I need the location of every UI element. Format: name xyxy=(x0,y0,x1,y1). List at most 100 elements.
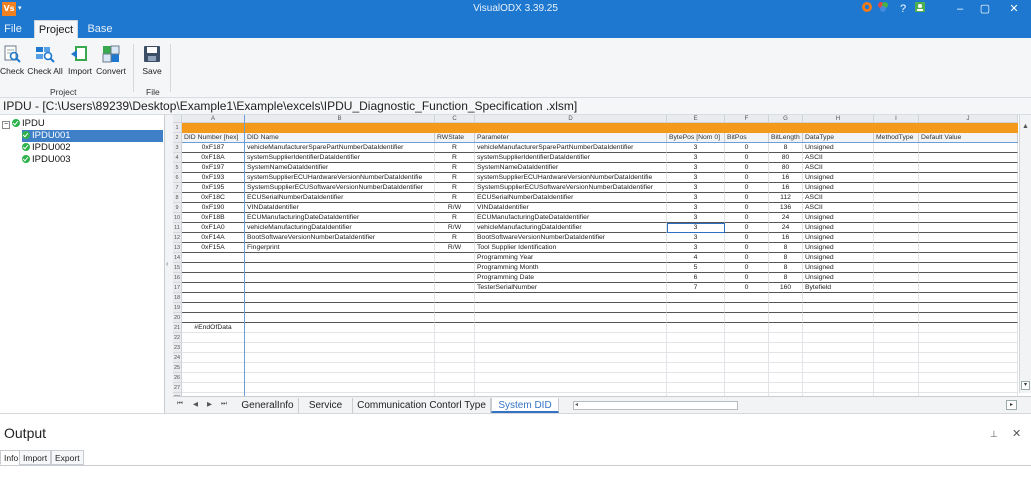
table-cell[interactable]: R xyxy=(435,233,475,243)
save-button[interactable]: Save xyxy=(139,44,165,80)
tree-node-ipdu001[interactable]: IPDU001 xyxy=(22,130,163,142)
table-cell[interactable] xyxy=(182,263,245,273)
table-cell[interactable]: 16 xyxy=(769,183,803,193)
scroll-right-icon[interactable]: ▸ xyxy=(1006,400,1017,410)
sheet-tab-service[interactable]: Service xyxy=(299,398,353,413)
table-cell[interactable] xyxy=(919,203,1018,213)
table-cell[interactable] xyxy=(803,323,874,333)
table-cell[interactable]: VINDataIdentifier xyxy=(475,203,667,213)
table-cell[interactable] xyxy=(769,373,803,383)
vertical-scrollbar[interactable]: ▲ ▾ xyxy=(1019,115,1031,393)
column-header-a[interactable]: A xyxy=(182,115,245,123)
table-cell[interactable] xyxy=(919,183,1018,193)
row-header[interactable]: 25 xyxy=(173,363,182,373)
table-cell[interactable]: ASCII xyxy=(803,193,874,203)
row-header[interactable]: 3 xyxy=(173,143,182,153)
table-cell[interactable] xyxy=(245,373,435,383)
table-cell[interactable] xyxy=(769,303,803,313)
horizontal-scrollbar[interactable]: ◂ xyxy=(573,401,738,410)
table-cell[interactable] xyxy=(919,143,1018,153)
table-cell[interactable]: 0 xyxy=(725,153,769,163)
table-cell[interactable] xyxy=(435,383,475,393)
table-cell[interactable]: 8 xyxy=(769,273,803,283)
table-cell[interactable] xyxy=(874,313,919,323)
table-cell[interactable]: 0 xyxy=(725,143,769,153)
table-cell[interactable]: Unsigned xyxy=(803,143,874,153)
scroll-down-icon[interactable]: ▾ xyxy=(1021,381,1030,390)
row-header[interactable]: 2 xyxy=(173,133,182,143)
table-cell[interactable] xyxy=(874,303,919,313)
output-tab-import[interactable]: Import xyxy=(19,450,52,465)
table-cell[interactable] xyxy=(475,363,667,373)
tab-project[interactable]: Project xyxy=(34,20,78,38)
table-cell[interactable] xyxy=(435,343,475,353)
table-cell[interactable] xyxy=(667,313,725,323)
table-cell[interactable] xyxy=(803,293,874,303)
row-header[interactable]: 6 xyxy=(173,173,182,183)
table-cell[interactable]: BootSoftwareVersionNumberDataIdentifier xyxy=(245,233,435,243)
table-cell[interactable] xyxy=(803,343,874,353)
row-header[interactable]: 27 xyxy=(173,383,182,393)
sheet-tab-generalinfo[interactable]: GeneralInfo xyxy=(237,398,299,413)
table-cell[interactable] xyxy=(919,383,1018,393)
table-cell[interactable]: systemSupplierIdentifierDataIdentifier xyxy=(245,153,435,163)
table-cell[interactable]: Unsigned xyxy=(803,233,874,243)
row-header[interactable]: 17 xyxy=(173,283,182,293)
table-cell[interactable]: 0 xyxy=(725,193,769,203)
table-cell[interactable] xyxy=(769,383,803,393)
table-cell[interactable] xyxy=(667,353,725,363)
table-cell[interactable] xyxy=(245,333,435,343)
table-cell[interactable]: 80 xyxy=(769,163,803,173)
table-cell[interactable] xyxy=(667,383,725,393)
column-header-f[interactable]: F xyxy=(725,115,769,123)
table-cell[interactable] xyxy=(182,343,245,353)
table-cell[interactable] xyxy=(435,273,475,283)
table-cell[interactable] xyxy=(874,283,919,293)
table-cell[interactable] xyxy=(803,373,874,383)
table-cell[interactable]: ECUManufacturingDateDataIdentifier xyxy=(475,213,667,223)
table-cell[interactable] xyxy=(874,293,919,303)
table-cell[interactable] xyxy=(919,233,1018,243)
table-cell[interactable]: 8 xyxy=(769,143,803,153)
convert-button[interactable]: Convert xyxy=(96,44,126,80)
settings-gear-icon[interactable] xyxy=(873,1,893,17)
table-cell[interactable]: ASCII xyxy=(803,153,874,163)
table-cell[interactable]: R xyxy=(435,153,475,163)
table-cell[interactable] xyxy=(435,283,475,293)
table-cell[interactable]: VINDataIdentifier xyxy=(245,203,435,213)
table-cell[interactable] xyxy=(435,263,475,273)
sheet-tab-system-did[interactable]: System DID xyxy=(491,398,559,413)
table-cell[interactable]: 0 xyxy=(725,163,769,173)
active-cell[interactable] xyxy=(667,223,725,233)
table-cell[interactable] xyxy=(919,353,1018,363)
table-cell[interactable]: 0xF1A0 xyxy=(182,223,245,233)
table-cell[interactable] xyxy=(475,383,667,393)
table-cell[interactable] xyxy=(435,303,475,313)
table-cell[interactable] xyxy=(245,303,435,313)
table-cell[interactable] xyxy=(475,293,667,303)
table-cell[interactable]: vehicleManufacturerSparePartNumberDataId… xyxy=(245,143,435,153)
table-cell[interactable] xyxy=(245,363,435,373)
table-cell[interactable]: 136 xyxy=(769,203,803,213)
table-cell[interactable]: Programming Month xyxy=(475,263,667,273)
table-cell[interactable] xyxy=(919,153,1018,163)
table-cell[interactable]: R xyxy=(435,183,475,193)
table-cell[interactable]: BootSoftwareVersionNumberDataIdentifier xyxy=(475,233,667,243)
table-cell[interactable] xyxy=(725,293,769,303)
table-cell[interactable]: 3 xyxy=(667,163,725,173)
import-button[interactable]: Import xyxy=(66,44,94,80)
column-header-e[interactable]: E xyxy=(667,115,725,123)
table-cell[interactable]: 16 xyxy=(769,233,803,243)
table-cell[interactable] xyxy=(182,273,245,283)
collapse-icon[interactable]: − xyxy=(2,121,10,129)
table-cell[interactable] xyxy=(475,333,667,343)
row-header[interactable]: 5 xyxy=(173,163,182,173)
tab-base[interactable]: Base xyxy=(84,20,116,38)
table-cell[interactable] xyxy=(874,193,919,203)
table-cell[interactable] xyxy=(435,313,475,323)
row-header[interactable]: 18 xyxy=(173,293,182,303)
table-cell[interactable]: SystemSupplierECUSoftwareVersionNumberDa… xyxy=(475,183,667,193)
table-cell[interactable]: 80 xyxy=(769,153,803,163)
table-cell[interactable] xyxy=(769,293,803,303)
table-cell[interactable]: vehicleManufacturerSparePartNumberDataId… xyxy=(475,143,667,153)
